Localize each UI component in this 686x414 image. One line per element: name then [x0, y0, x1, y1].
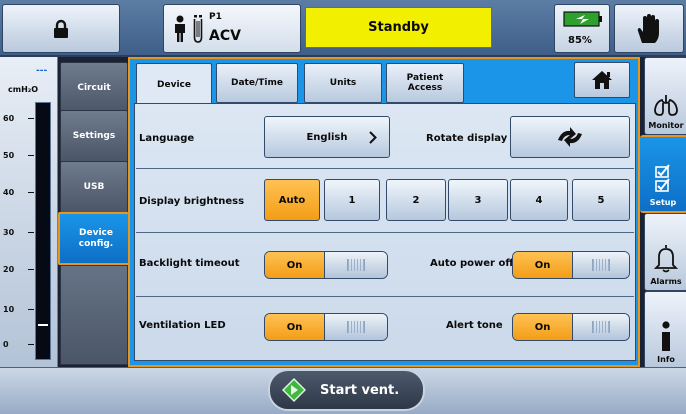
brightness-5-button[interactable]: 5: [572, 179, 630, 221]
auto-power-off-value: On: [513, 252, 573, 278]
ventilation-led-toggle[interactable]: On: [264, 313, 388, 341]
tab-patient-access-line1: Patient: [406, 73, 444, 83]
home-icon: [592, 71, 612, 89]
language-value: English: [306, 131, 348, 143]
grip-icon: [347, 259, 365, 271]
gauge-tick-line: [28, 344, 34, 345]
alert-tone-label: Alert tone: [446, 320, 503, 331]
nav-settings[interactable]: Settings: [60, 110, 128, 163]
lungs-icon: [654, 95, 678, 116]
adult-patient-icon: [175, 15, 185, 42]
gauge-tick: 10: [3, 305, 15, 314]
nav-circuit[interactable]: Circuit: [60, 62, 128, 115]
gauge-tick-line: [28, 118, 34, 119]
grip-icon: [592, 259, 610, 271]
gauge-tick-line: [28, 155, 34, 156]
circuit-icon: [193, 15, 203, 43]
backlight-timeout-label: Backlight timeout: [139, 258, 240, 269]
nav-empty-area: [60, 265, 128, 365]
nav-setup-label: Setup: [649, 198, 677, 207]
start-diamond-icon: [282, 378, 306, 402]
pressure-unit: cmH₂O: [8, 85, 39, 94]
brightness-2-button[interactable]: 2: [386, 179, 446, 221]
nav-alarms[interactable]: Alarms: [644, 213, 686, 291]
hand-icon: [637, 13, 659, 43]
nav-monitor-label: Monitor: [648, 121, 684, 130]
language-label: Language: [139, 133, 195, 144]
pressure-readout: ---: [36, 66, 48, 76]
toggle-handle: [573, 252, 629, 278]
toggle-handle: [325, 252, 387, 278]
gauge-tick-line: [28, 269, 34, 270]
pressure-level-marker: [38, 324, 48, 326]
tab-patient-access[interactable]: Patient Access: [386, 63, 464, 103]
nav-usb[interactable]: USB: [60, 161, 128, 214]
patient-id: P1: [209, 12, 222, 22]
brightness-3-button[interactable]: 3: [448, 179, 508, 221]
grip-icon: [592, 321, 610, 333]
silence-alarm-button[interactable]: [614, 4, 684, 53]
gauge-tick: 40: [3, 188, 15, 197]
alert-tone-toggle[interactable]: On: [512, 313, 630, 341]
nav-info-label: Info: [657, 355, 675, 364]
nav-setup[interactable]: Setup: [640, 135, 686, 213]
ventilation-led-value: On: [265, 314, 325, 340]
status-banner: Standby: [305, 7, 492, 48]
nav-device-config-line2: config.: [78, 238, 114, 249]
patient-info: P1 ACV: [163, 4, 301, 53]
row-divider: [136, 168, 634, 169]
home-button[interactable]: [574, 62, 630, 98]
battery-charging-icon: [563, 11, 602, 27]
auto-power-off-label: Auto power off: [430, 258, 514, 269]
gauge-tick-line: [28, 309, 34, 310]
language-selector[interactable]: English: [264, 116, 390, 158]
display-brightness-label: Display brightness: [139, 196, 245, 207]
nav-monitor[interactable]: Monitor: [644, 57, 686, 135]
tab-units[interactable]: Units: [304, 63, 382, 103]
gauge-tick-line: [28, 192, 34, 193]
tab-patient-access-line2: Access: [407, 83, 443, 93]
toggle-handle: [325, 314, 387, 340]
tab-device[interactable]: Device: [136, 63, 212, 106]
brightness-4-button[interactable]: 4: [510, 179, 568, 221]
gauge-tick: 0: [3, 340, 9, 349]
backlight-timeout-toggle[interactable]: On: [264, 251, 388, 279]
info-icon: [662, 321, 670, 351]
start-ventilation-button[interactable]: Start vent.: [268, 369, 425, 411]
gauge-tick: 60: [3, 114, 15, 123]
gauge-tick-line: [28, 232, 34, 233]
row-divider: [136, 232, 634, 233]
rotate-display-label: Rotate display: [426, 133, 508, 144]
battery-indicator: 85%: [554, 4, 610, 53]
battery-percent: 85%: [568, 35, 592, 46]
nav-device-config[interactable]: Device config.: [58, 212, 132, 265]
grip-icon: [347, 321, 365, 333]
toggle-handle: [573, 314, 629, 340]
gauge-tick: 50: [3, 151, 15, 160]
pressure-bar: [35, 102, 51, 360]
brightness-auto-button[interactable]: Auto: [264, 179, 320, 221]
chevron-right-icon: [369, 131, 377, 144]
gauge-tick: 30: [3, 228, 15, 237]
backlight-timeout-value: On: [265, 252, 325, 278]
alert-tone-value: On: [513, 314, 573, 340]
tab-date-time[interactable]: Date/Time: [216, 63, 298, 103]
row-divider: [136, 296, 634, 297]
auto-power-off-toggle[interactable]: On: [512, 251, 630, 279]
nav-device-config-line1: Device: [79, 227, 113, 238]
gauge-tick: 20: [3, 265, 15, 274]
brightness-1-button[interactable]: 1: [324, 179, 380, 221]
rotate-icon: [558, 127, 582, 147]
nav-alarms-label: Alarms: [650, 277, 682, 286]
ventilation-led-label: Ventilation LED: [139, 320, 226, 331]
bell-icon: [654, 245, 678, 273]
nav-info[interactable]: Info: [644, 291, 686, 369]
ventilation-mode: ACV: [209, 28, 241, 44]
start-ventilation-label: Start vent.: [320, 382, 400, 398]
lock-button[interactable]: [2, 4, 120, 53]
lock-icon: [54, 19, 68, 38]
rotate-display-button[interactable]: [510, 116, 630, 158]
checklist-icon: [655, 164, 670, 192]
